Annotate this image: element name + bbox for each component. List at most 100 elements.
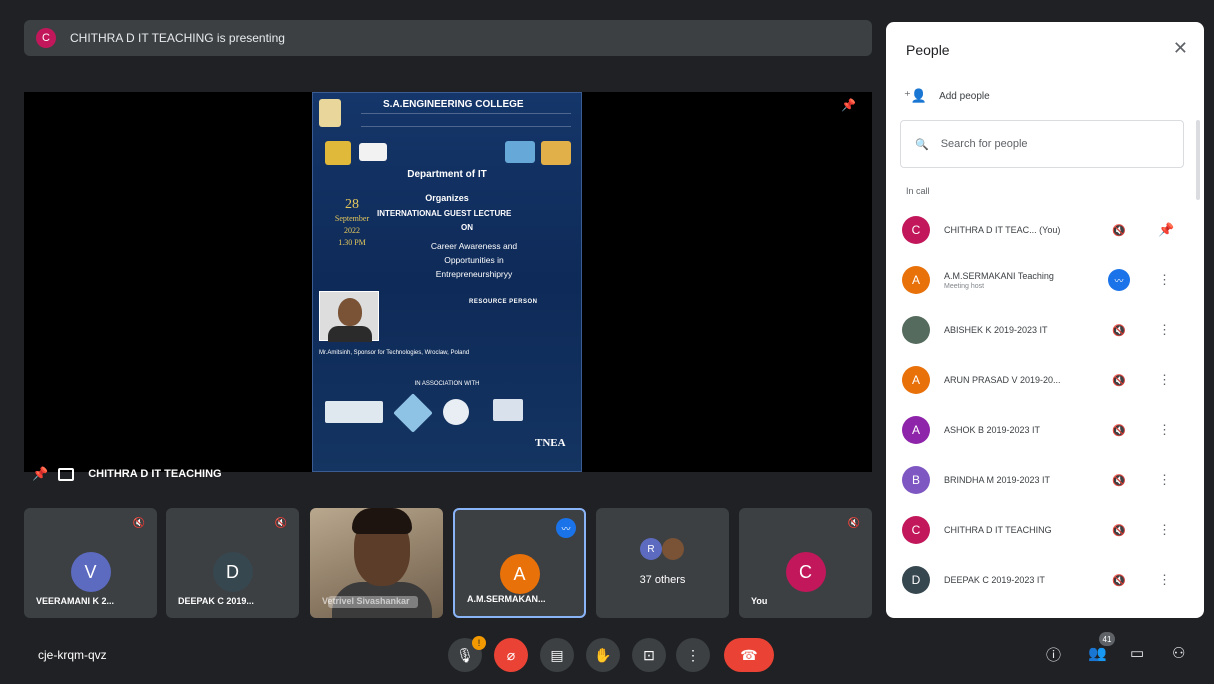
participant-name: Vetrivel Sivashankar bbox=[322, 596, 410, 606]
more-vert-icon[interactable]: ⋮ bbox=[1158, 522, 1171, 538]
college-logo bbox=[319, 99, 341, 127]
avatar: C bbox=[902, 516, 930, 544]
meeting-info-button[interactable]: ⓘ bbox=[1046, 644, 1061, 665]
person-name: ABISHEK K 2019-2023 IT bbox=[944, 325, 1048, 335]
info-icon: ⓘ bbox=[1046, 647, 1062, 664]
control-bar: cje-krqm-qvz 🎙 ! ⌀ ▤ ✋ ⊡ ⋮ ☎ ⓘ 👥 41 ▭ ⚇ bbox=[0, 628, 1214, 684]
person-name: A.M.SERMAKANI Teaching Meeting host bbox=[944, 271, 1094, 290]
close-icon[interactable]: ✕ bbox=[1173, 38, 1188, 59]
video-hair bbox=[352, 508, 412, 534]
mic-off-icon: 🔇 bbox=[1112, 474, 1126, 487]
chat-icon: ▭ bbox=[1130, 645, 1145, 662]
hang-up-icon: ☎ bbox=[740, 646, 758, 663]
search-icon: 🔍 bbox=[915, 138, 929, 151]
poster-subtitle-lines bbox=[361, 113, 571, 127]
more-vert-icon[interactable]: ⋮ bbox=[1158, 572, 1171, 588]
presenting-text: CHITHRA D IT TEACHING is presenting bbox=[70, 31, 285, 45]
mic-off-icon: 🔇 bbox=[847, 518, 860, 529]
date-day: 28 bbox=[345, 197, 359, 212]
poster-dept: Department of IT bbox=[407, 169, 487, 180]
participant-tile-active[interactable]: 〰 A A.M.SERMAKAN... bbox=[453, 508, 586, 618]
pin-icon[interactable]: 📌 bbox=[1158, 222, 1174, 238]
chat-button[interactable]: ▭ bbox=[1130, 644, 1144, 662]
logo-partner bbox=[359, 143, 387, 161]
presenter-label: 📌 CHITHRA D IT TEACHING bbox=[32, 466, 222, 482]
poster-on: ON bbox=[461, 223, 473, 232]
list-item[interactable]: C CHITHRA D IT TEACHING 🔇 ⋮ bbox=[902, 510, 1192, 550]
person-name: DEEPAK C 2019-2023 IT bbox=[944, 575, 1045, 585]
present-button[interactable]: ⊡ bbox=[632, 638, 666, 672]
list-item[interactable]: C CHITHRA D IT TEAC... (You) 🔇 📌 bbox=[902, 210, 1192, 250]
add-people-label: Add people bbox=[939, 90, 990, 102]
participant-video-tile[interactable]: Vetrivel Sivashankar bbox=[310, 508, 443, 618]
list-item[interactable]: A ASHOK B 2019-2023 IT 🔇 ⋮ bbox=[902, 410, 1192, 450]
camera-off-icon: ⌀ bbox=[506, 646, 516, 663]
more-options-button[interactable]: ⋮ bbox=[676, 638, 710, 672]
presentation-stage[interactable]: 📌 S.A.ENGINEERING COLLEGE Department of … bbox=[24, 92, 872, 472]
list-item[interactable]: A ARUN PRASAD V 2019-20... 🔇 ⋮ bbox=[902, 360, 1192, 400]
meeting-code: cje-krqm-qvz bbox=[38, 648, 107, 662]
more-vert-icon: ⋮ bbox=[686, 646, 700, 663]
people-button[interactable]: 👥 bbox=[1088, 644, 1107, 662]
more-vert-icon[interactable]: ⋮ bbox=[1158, 322, 1171, 338]
avatar-photo bbox=[662, 538, 684, 560]
list-item[interactable]: B BRINDHA M 2019-2023 IT 🔇 ⋮ bbox=[902, 460, 1192, 500]
poster-tnea: TNEA bbox=[535, 437, 566, 449]
more-vert-icon[interactable]: ⋮ bbox=[1158, 272, 1171, 288]
poster-assoc: IN ASSOCIATION WITH bbox=[414, 381, 480, 387]
add-person-icon: ⁺👤 bbox=[904, 88, 928, 103]
activities-icon: ⚇ bbox=[1172, 645, 1186, 662]
mic-off-icon: 🔇 bbox=[1112, 574, 1126, 587]
poster-college: S.A.ENGINEERING COLLEGE bbox=[383, 99, 524, 110]
scrollbar[interactable] bbox=[1196, 120, 1200, 200]
avatar: C bbox=[785, 552, 826, 592]
list-item[interactable]: D DEEPAK C 2019-2023 IT 🔇 ⋮ bbox=[902, 560, 1192, 600]
shared-poster: S.A.ENGINEERING COLLEGE Department of IT… bbox=[312, 92, 582, 472]
leave-call-button[interactable]: ☎ bbox=[724, 638, 774, 672]
activities-button[interactable]: ⚇ bbox=[1172, 644, 1185, 662]
mic-off-icon: 🔇 bbox=[274, 518, 287, 529]
others-tile[interactable]: R 37 others bbox=[596, 508, 729, 618]
pin-icon[interactable]: 📌 bbox=[32, 466, 48, 482]
list-item[interactable]: ABISHEK K 2019-2023 IT 🔇 ⋮ bbox=[902, 310, 1192, 350]
camera-button[interactable]: ⌀ bbox=[494, 638, 528, 672]
people-panel: People ✕ ⁺👤 Add people 🔍 Search for peop… bbox=[886, 22, 1204, 618]
person-name: ARUN PRASAD V 2019-20... bbox=[944, 375, 1061, 385]
more-vert-icon[interactable]: ⋮ bbox=[1158, 422, 1171, 438]
raise-hand-button[interactable]: ✋ bbox=[586, 638, 620, 672]
pin-icon[interactable]: 📌 bbox=[841, 98, 856, 112]
mic-off-icon: 🔇 bbox=[1112, 374, 1126, 387]
participant-name: VEERAMANI K 2... bbox=[36, 596, 115, 606]
avatar: A bbox=[902, 266, 930, 294]
avatar: V bbox=[70, 552, 111, 592]
more-vert-icon[interactable]: ⋮ bbox=[1158, 372, 1171, 388]
avatar: C bbox=[902, 216, 930, 244]
list-item[interactable]: A A.M.SERMAKANI Teaching Meeting host 〰 ⋮ bbox=[902, 260, 1192, 300]
self-tile[interactable]: 🔇 C You bbox=[739, 508, 872, 618]
add-people-button[interactable]: ⁺👤 Add people bbox=[904, 88, 990, 104]
participant-tile[interactable]: 🔇 D DEEPAK C 2019... bbox=[166, 508, 299, 618]
avatar: D bbox=[902, 566, 930, 594]
mic-off-icon: 🔇 bbox=[1112, 424, 1126, 437]
poster-lecture: INTERNATIONAL GUEST LECTURE bbox=[377, 209, 512, 218]
avatar: A bbox=[902, 416, 930, 444]
captions-button[interactable]: ▤ bbox=[540, 638, 574, 672]
participant-name: DEEPAK C 2019... bbox=[178, 596, 254, 606]
participant-tile[interactable]: 🔇 V VEERAMANI K 2... bbox=[24, 508, 157, 618]
host-role: Meeting host bbox=[944, 282, 985, 290]
people-icon: 👥 bbox=[1088, 645, 1107, 662]
present-icon: ⊡ bbox=[643, 646, 655, 663]
poster-resource: RESOURCE PERSON bbox=[469, 299, 538, 305]
person-name: ASHOK B 2019-2023 IT bbox=[944, 425, 1041, 435]
avatar: A bbox=[902, 366, 930, 394]
avatar: R bbox=[640, 538, 662, 560]
logo-badge bbox=[325, 141, 351, 165]
search-placeholder: Search for people bbox=[940, 138, 1028, 150]
poster-speaker: Mr.Amitsinh, Sponsor for Technologies, W… bbox=[319, 350, 470, 356]
search-input[interactable]: 🔍 Search for people bbox=[900, 120, 1184, 168]
mic-off-icon: 🔇 bbox=[1112, 524, 1126, 537]
poster-topic: Career Awareness and Opportunities in En… bbox=[430, 241, 518, 279]
speaking-icon: 〰 bbox=[556, 518, 576, 538]
more-vert-icon[interactable]: ⋮ bbox=[1158, 472, 1171, 488]
person-name: CHITHRA D IT TEAC... (You) bbox=[944, 225, 1061, 235]
